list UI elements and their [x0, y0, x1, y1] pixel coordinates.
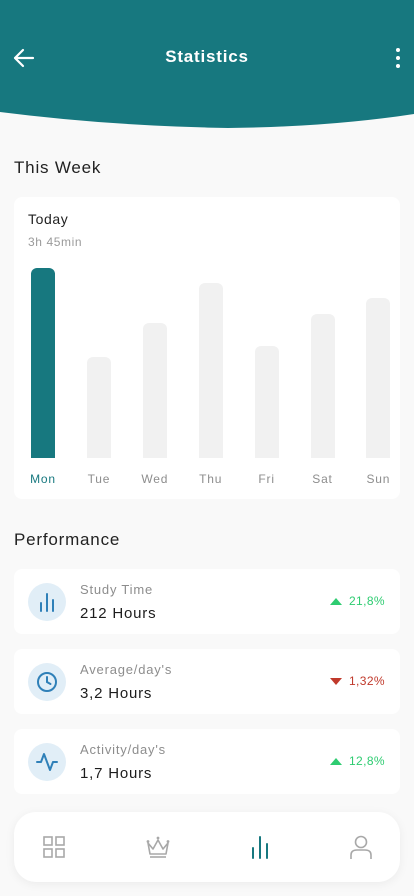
bar-thu[interactable]: [198, 283, 223, 458]
bottom-nav: [14, 812, 400, 882]
week-chart-card: Today 3h 45min Mon Tue Wed Thu Fri Sat Sun: [14, 197, 400, 499]
trend-up-icon: [329, 597, 342, 605]
bar-chart-icon: [252, 836, 268, 859]
day-label-fri[interactable]: Fri: [247, 472, 287, 486]
nav-home[interactable]: [40, 833, 68, 861]
user-icon: [350, 835, 372, 859]
average-day-card[interactable]: Average/day's 3,2 Hours 1,32%: [14, 649, 400, 714]
perf-change-value: 21,8%: [348, 594, 385, 608]
day-label-thu[interactable]: Thu: [191, 472, 231, 486]
this-week-title: This Week: [14, 158, 102, 177]
perf-change-value: 12,8%: [348, 754, 385, 768]
weekly-bar-chart: Mon Tue Wed Thu Fri Sat Sun: [14, 197, 400, 499]
clock-icon: [37, 672, 57, 692]
more-dot: [396, 64, 400, 68]
perf-change: 1,32%: [329, 674, 385, 688]
nav-statistics[interactable]: [246, 833, 274, 861]
day-label-tue[interactable]: Tue: [79, 472, 119, 486]
header: Statistics: [0, 0, 414, 130]
page-title: Statistics: [165, 47, 249, 66]
study-time-card[interactable]: Study Time 212 Hours 21,8%: [14, 569, 400, 634]
activity-day-card[interactable]: Activity/day's 1,7 Hours 12,8%: [14, 729, 400, 794]
perf-icon-wrap: [28, 743, 66, 781]
day-label-mon[interactable]: Mon: [23, 472, 63, 486]
performance-title: Performance: [14, 530, 121, 549]
perf-value: 1,7 Hours: [80, 765, 153, 782]
crown-icon: [146, 836, 170, 858]
nav-profile[interactable]: [347, 833, 375, 861]
more-options-button[interactable]: [390, 44, 406, 72]
bar-wed[interactable]: [142, 323, 167, 458]
perf-label: Activity/day's: [80, 742, 166, 757]
day-label-wed[interactable]: Wed: [135, 472, 175, 486]
perf-label: Study Time: [80, 582, 154, 597]
bar-fri[interactable]: [254, 346, 279, 458]
day-label-sat[interactable]: Sat: [303, 472, 343, 486]
perf-label: Average/day's: [80, 662, 173, 677]
perf-change: 21,8%: [329, 594, 385, 608]
bar-sat[interactable]: [310, 314, 335, 458]
more-vertical-icon: [396, 48, 400, 52]
day-label-sun[interactable]: Sun: [358, 472, 398, 486]
perf-icon-wrap: [28, 663, 66, 701]
perf-change: 12,8%: [329, 754, 385, 768]
bar-sun[interactable]: [366, 298, 391, 458]
bar-mon[interactable]: [31, 268, 55, 458]
bar-chart-icon: [40, 593, 54, 612]
trend-down-icon: [329, 677, 342, 685]
more-dot: [396, 56, 400, 60]
perf-value: 3,2 Hours: [80, 685, 153, 702]
perf-value: 212 Hours: [80, 605, 157, 622]
trend-up-icon: [329, 757, 342, 765]
perf-change-value: 1,32%: [348, 674, 385, 688]
perf-icon-wrap: [28, 583, 66, 621]
grid-icon: [43, 836, 65, 858]
activity-icon: [36, 753, 58, 771]
bar-tue[interactable]: [86, 357, 111, 458]
nav-premium[interactable]: [144, 833, 172, 861]
